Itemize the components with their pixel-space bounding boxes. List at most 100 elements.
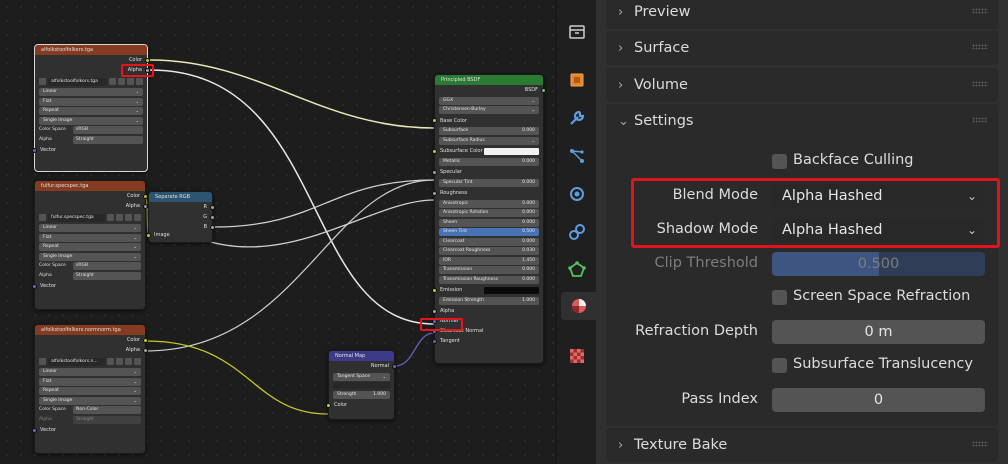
node-header[interactable]: Normal Map: [329, 351, 394, 361]
bsdf-input-row[interactable]: Clearcoat Roughness 0.030: [439, 247, 539, 255]
tab-constraints[interactable]: [563, 218, 591, 246]
tab-modifier[interactable]: [563, 104, 591, 132]
new-image-icon[interactable]: [118, 78, 125, 85]
drag-grip-icon[interactable]: [972, 44, 988, 50]
image-selector[interactable]: alfolkstoolfolkors.n...: [39, 357, 141, 366]
tab-physics[interactable]: [563, 180, 591, 208]
clip-threshold-slider[interactable]: 0.500: [772, 252, 985, 276]
image-selector[interactable]: alfolkstoolfolkors.tga: [39, 77, 143, 86]
panel-surface[interactable]: › Surface: [606, 31, 998, 65]
space-dropdown[interactable]: Tangent Space: [333, 372, 390, 381]
bsdf-input-row[interactable]: Subsurface Radius: [439, 136, 539, 145]
output-color[interactable]: Color: [35, 335, 148, 345]
bsdf-input-row[interactable]: Alpha: [432, 306, 543, 316]
socket[interactable]: [432, 190, 437, 196]
color-space-dropdown[interactable]: sRGB: [73, 126, 143, 134]
source-dropdown[interactable]: Single Image: [39, 396, 141, 405]
panel-texture-bake[interactable]: › Texture Bake: [606, 428, 998, 462]
color-swatch[interactable]: [484, 147, 539, 155]
projection-dropdown[interactable]: Flat: [39, 97, 143, 106]
open-folder-icon[interactable]: [127, 78, 134, 85]
open-folder-icon[interactable]: [125, 358, 132, 365]
node-header[interactable]: Separate RGB: [149, 192, 212, 202]
image-name[interactable]: alfolkstoolfolkors.n...: [48, 357, 105, 366]
bsdf-input-row[interactable]: Tangent: [432, 336, 543, 346]
bsdf-input-row[interactable]: Specular: [432, 167, 543, 177]
fake-user-icon[interactable]: [107, 358, 114, 365]
drag-grip-icon[interactable]: [972, 81, 988, 87]
socket[interactable]: [541, 87, 546, 93]
drag-grip-icon[interactable]: [972, 8, 988, 14]
socket[interactable]: [143, 337, 148, 343]
socket[interactable]: [32, 147, 37, 153]
alpha-mode-dropdown[interactable]: Straight: [73, 271, 141, 280]
color-swatch[interactable]: [484, 286, 539, 294]
drag-grip-icon[interactable]: [972, 441, 988, 447]
drag-grip-icon[interactable]: [972, 117, 988, 123]
bsdf-input-row[interactable]: Transmission 0.000: [439, 266, 539, 274]
tab-world[interactable]: [563, 18, 591, 46]
bsdf-input-row[interactable]: Sheen Tint 0.500: [439, 228, 539, 236]
extension-dropdown[interactable]: Repeat: [39, 387, 141, 395]
color-space-dropdown[interactable]: Non-Color: [73, 406, 141, 414]
output-bsdf[interactable]: BSDF: [435, 85, 546, 95]
interpolation-dropdown[interactable]: Linear: [39, 88, 143, 96]
socket[interactable]: [326, 402, 331, 408]
image-texture-node-3[interactable]: alfolkstoolfolkors.normnorm.tga Color Al…: [32, 324, 148, 454]
input-vector[interactable]: Vector: [32, 425, 145, 435]
socket[interactable]: [432, 148, 437, 154]
backface-culling-checkbox[interactable]: [772, 154, 787, 169]
node-header[interactable]: fulfur.specspec.tga: [35, 181, 145, 191]
close-icon[interactable]: [134, 358, 141, 365]
close-icon[interactable]: [136, 78, 143, 85]
pass-index-field[interactable]: 0: [772, 388, 985, 412]
interpolation-dropdown[interactable]: Linear: [39, 224, 141, 232]
alpha-mode-dropdown[interactable]: Straight: [73, 135, 143, 144]
tab-particles[interactable]: [563, 142, 591, 170]
separate-rgb-node[interactable]: Separate RGB R G B Image: [146, 191, 215, 243]
bsdf-input-row[interactable]: Subsurface 0.000: [439, 127, 539, 135]
output-color[interactable]: Color: [35, 191, 148, 201]
output-g[interactable]: G: [149, 212, 215, 222]
bsdf-input-row[interactable]: Specular Tint 0.000: [439, 178, 539, 187]
backface-culling-label[interactable]: Backface Culling: [793, 152, 914, 168]
node-header[interactable]: Principled BSDF: [435, 75, 543, 85]
image-texture-node-2[interactable]: fulfur.specspec.tga Color Alpha fulfur.s…: [32, 180, 148, 310]
input-image[interactable]: Image: [146, 230, 212, 240]
socket[interactable]: [32, 283, 37, 289]
bsdf-input-row[interactable]: Clearcoat 0.000: [439, 237, 539, 246]
socket[interactable]: [32, 427, 37, 433]
output-alpha[interactable]: Alpha: [35, 345, 148, 355]
distribution-dropdown[interactable]: GGX: [439, 96, 539, 105]
subsurface-method-dropdown[interactable]: Christensen-Burley: [439, 106, 539, 114]
input-vector[interactable]: Vector: [32, 281, 145, 291]
tab-texture[interactable]: [563, 342, 591, 370]
screen-space-refraction-label[interactable]: Screen Space Refraction: [793, 288, 970, 304]
socket[interactable]: [432, 287, 437, 293]
image-selector[interactable]: fulfur.specspec.tga: [39, 213, 141, 222]
interpolation-dropdown[interactable]: Linear: [39, 368, 141, 376]
bsdf-input-row[interactable]: Base Color: [432, 116, 543, 126]
source-dropdown[interactable]: Single Image: [39, 252, 141, 261]
image-name[interactable]: fulfur.specspec.tga: [48, 213, 105, 222]
tab-material[interactable]: [561, 292, 597, 320]
socket[interactable]: [432, 308, 437, 314]
socket[interactable]: [143, 347, 148, 353]
image-browse-icon[interactable]: [39, 358, 46, 365]
fake-user-icon[interactable]: [109, 78, 116, 85]
input-vector[interactable]: Vector: [32, 145, 147, 155]
open-folder-icon[interactable]: [125, 214, 132, 221]
output-normal[interactable]: Normal: [329, 361, 397, 371]
tab-object-data[interactable]: [563, 256, 591, 284]
panel-settings[interactable]: ⌄ Settings: [606, 104, 998, 138]
source-dropdown[interactable]: Single Image: [39, 116, 143, 125]
panel-volume[interactable]: › Volume: [606, 68, 998, 102]
normal-map-node[interactable]: Normal Map Normal Tangent Space Strength…: [326, 350, 397, 420]
panel-preview[interactable]: › Preview: [606, 0, 998, 29]
color-space-dropdown[interactable]: sRGB: [73, 262, 141, 270]
socket[interactable]: [146, 232, 151, 238]
strength-field[interactable]: Strength 1.000: [333, 390, 390, 399]
socket[interactable]: [210, 204, 215, 210]
bsdf-input-row[interactable]: IOR 1.450: [439, 256, 539, 265]
subsurface-translucency-checkbox[interactable]: [772, 358, 787, 373]
